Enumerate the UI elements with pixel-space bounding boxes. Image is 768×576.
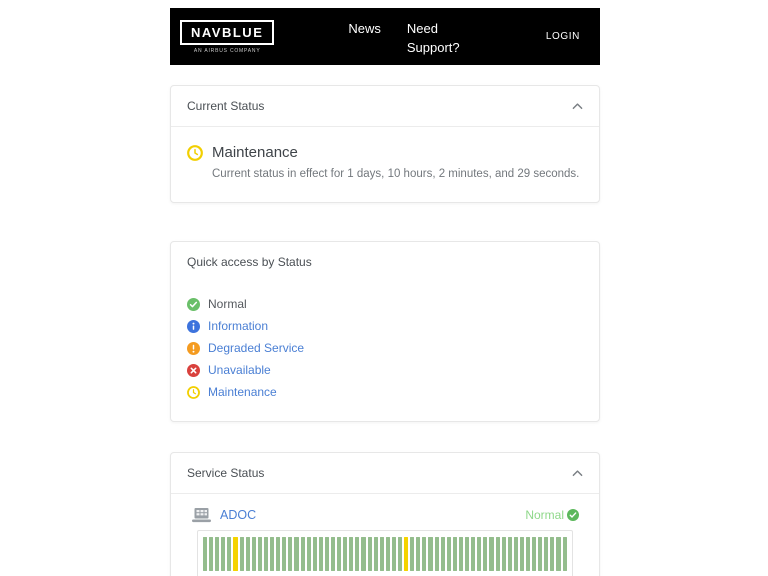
laptop-icon [191,507,212,523]
airbus-tagline: AN AIRBUS COMPANY [194,48,261,54]
quick-access-item-information[interactable]: Information [187,319,583,333]
info-circle-icon [187,320,200,333]
adoc-uptime-chart: 60 days ago 99.78 % Today [197,530,573,576]
quick-access-label: Unavailable [208,363,271,377]
service-row-adoc: ADOC Normal [191,507,579,523]
current-status-description: Current status in effect for 1 days, 10 … [212,168,583,180]
chevron-up-icon[interactable] [572,102,583,110]
quick-access-card: Quick access by Status Normal Informatio… [170,241,600,422]
service-status-card: Service Status ADOC [170,452,600,576]
clock-icon [187,145,203,161]
clock-icon [187,386,200,399]
quick-access-label: Information [208,319,268,333]
chevron-up-icon[interactable] [572,469,583,477]
nav-link-news[interactable]: News [348,20,381,39]
quick-access-title: Quick access by Status [187,255,312,269]
status-text: Normal [525,508,564,522]
service-link-adoc[interactable]: ADOC [220,508,256,522]
login-button[interactable]: LOGIN [546,31,580,42]
quick-access-item-degraded-service[interactable]: Degraded Service [187,341,583,355]
check-circle-icon [187,298,200,311]
navblue-logo[interactable]: NAVBLUE AN AIRBUS COMPANY [180,20,274,54]
navblue-logo-text: NAVBLUE [180,20,274,45]
quick-access-label: Degraded Service [208,341,304,355]
quick-access-item-unavailable[interactable]: Unavailable [187,363,583,377]
quick-access-item-normal[interactable]: Normal [187,297,583,311]
top-navigation-bar: NAVBLUE AN AIRBUS COMPANY News Need Supp… [170,8,600,65]
quick-access-item-maintenance[interactable]: Maintenance [187,385,583,399]
check-circle-icon [567,509,579,521]
adoc-uptime-bars [203,537,567,571]
quick-access-label: Maintenance [208,385,277,399]
nav-link-need-support[interactable]: Need Support? [407,20,469,58]
current-status-value: Maintenance [212,144,298,161]
quick-access-label: Normal [208,297,247,311]
x-circle-icon [187,364,200,377]
service-status-badge-normal: Normal [525,508,579,522]
exclamation-circle-icon [187,342,200,355]
current-status-title: Current Status [187,99,264,113]
current-status-card: Current Status Maintenance Current statu… [170,85,600,203]
nav-links: News Need Support? [348,16,469,58]
service-status-title: Service Status [187,466,264,480]
